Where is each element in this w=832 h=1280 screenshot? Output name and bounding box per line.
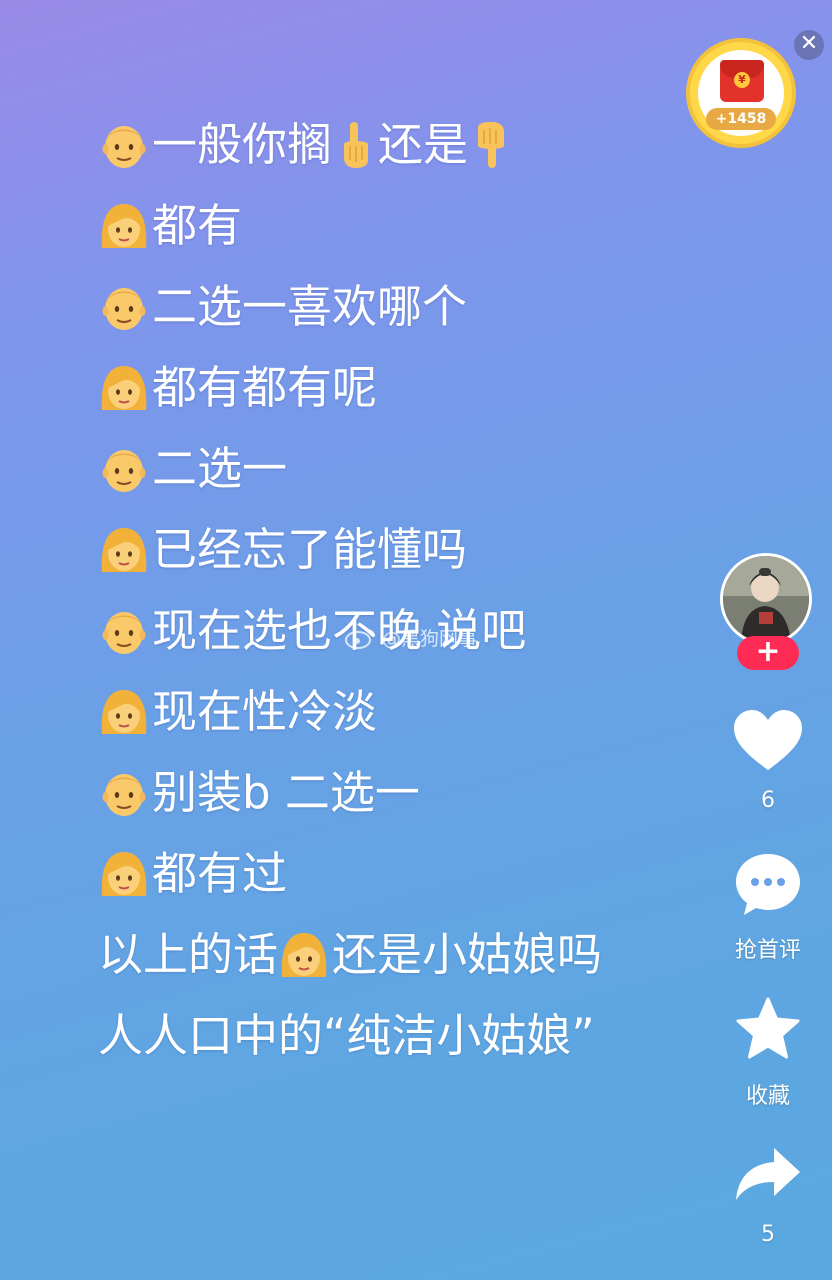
heart-icon[interactable]	[732, 708, 804, 774]
line-text: 还是	[378, 118, 469, 171]
red-packet-icon: ¥	[720, 60, 764, 102]
man-face-icon	[98, 281, 150, 333]
follow-button[interactable]: +	[737, 636, 799, 670]
dialogue-line: 都有	[98, 196, 242, 256]
dialogue-line: 别装b 二选一	[98, 763, 420, 823]
dialogue-line: 二选一	[98, 439, 287, 499]
dialogue-line: 现在性冷淡	[98, 682, 377, 742]
caption-line: 人人口中的“纯洁小姑娘”	[98, 1006, 595, 1066]
man-face-icon	[98, 119, 150, 171]
dialogue-line: 都有都有呢	[98, 358, 377, 418]
like-count: 6	[761, 788, 775, 813]
pointing-down-icon	[472, 120, 510, 170]
line-text: 人人口中的“纯洁小姑娘”	[98, 1009, 595, 1062]
woman-face-icon	[278, 929, 330, 981]
share-arrow-icon[interactable]	[734, 1146, 802, 1202]
dialogue-line: 二选一喜欢哪个	[98, 277, 467, 337]
man-face-icon	[98, 443, 150, 495]
man-face-icon	[98, 767, 150, 819]
line-text: 以上的话	[98, 928, 279, 981]
dialogue-line: 已经忘了能懂吗	[98, 520, 467, 580]
watermark-text: @黑狗网事	[382, 628, 478, 650]
avatar-photo	[723, 556, 809, 642]
line-text: 别装b 二选一	[152, 766, 420, 819]
line-text: 已经忘了能懂吗	[152, 523, 468, 576]
dialogue-line: 都有过	[98, 844, 287, 904]
line-text: 都有	[152, 199, 243, 252]
watermark: @黑狗网事	[344, 624, 477, 651]
yuan-seal: ¥	[734, 72, 750, 88]
reward-widget-inner: ¥ +1458	[698, 50, 784, 136]
favorite-label: 收藏	[745, 1084, 790, 1109]
pointing-up-icon	[336, 120, 374, 170]
reward-widget[interactable]: ¥ +1458	[686, 38, 796, 148]
woman-face-icon	[98, 200, 150, 252]
line-text: 二选一喜欢哪个	[152, 280, 468, 333]
line-text: 都有都有呢	[152, 361, 378, 414]
line-text: 现在性冷淡	[152, 685, 378, 738]
line-text: 都有过	[152, 847, 288, 900]
creator-avatar[interactable]	[720, 553, 812, 645]
comment-icon[interactable]	[734, 852, 802, 918]
caption-line: 以上的话 还是小姑娘吗	[98, 925, 602, 985]
reward-count-badge: +1458	[706, 108, 776, 130]
star-icon[interactable]	[734, 996, 802, 1062]
comment-label: 抢首评	[734, 938, 801, 963]
line-text: 还是小姑娘吗	[332, 928, 603, 981]
woman-face-icon	[98, 848, 150, 900]
woman-face-icon	[98, 524, 150, 576]
dialogue-line: 一般你搁 还是	[98, 115, 514, 175]
close-icon[interactable]: ✕	[794, 30, 824, 60]
man-face-icon	[98, 605, 150, 657]
woman-face-icon	[98, 686, 150, 738]
share-count: 5	[761, 1222, 775, 1247]
weibo-logo-icon	[345, 628, 375, 649]
woman-face-icon	[98, 362, 150, 414]
line-text: 二选一	[152, 442, 288, 495]
line-text: 一般你搁	[152, 118, 333, 171]
